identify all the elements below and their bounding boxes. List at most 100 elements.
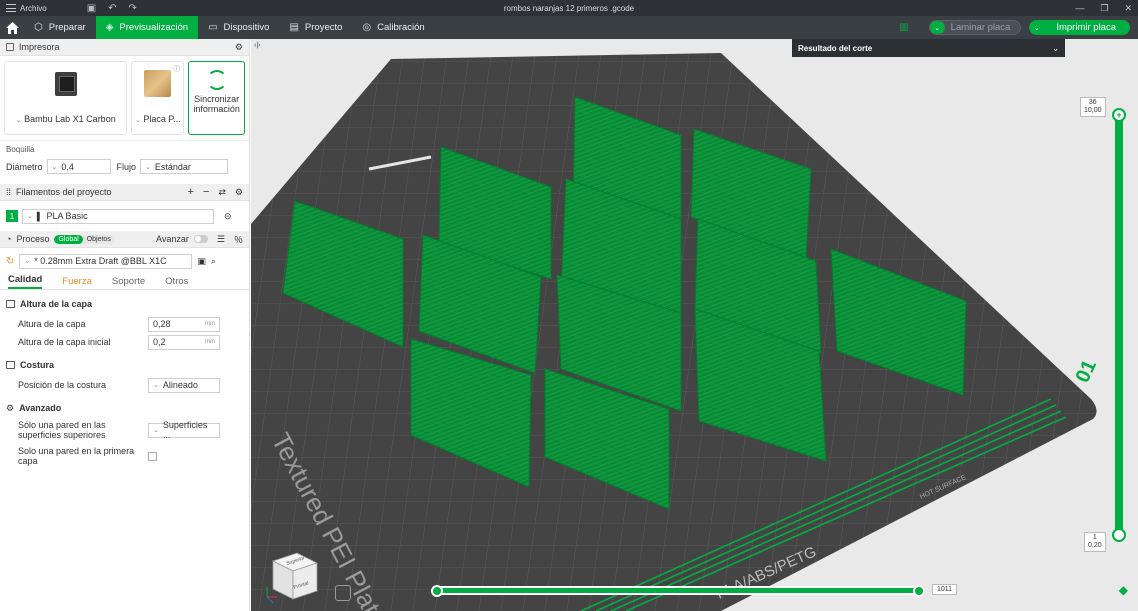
chevron-down-icon: ⌄ [145,163,151,171]
filament-name: PLA Basic [46,211,88,221]
one-wall-first-layer-checkbox[interactable] [148,451,157,461]
undo-change-icon[interactable]: ↻ [6,256,14,267]
tab-strength[interactable]: Fuerza [62,276,92,287]
tab-calibration[interactable]: ◎ Calibración [352,16,434,39]
save-icon[interactable]: ▣ [87,3,96,14]
tab-quality[interactable]: Calidad [8,274,43,289]
one-wall-top-value: Superficies ... [162,420,208,440]
nozzle-section: Boquilla Diámetro ⌄ 0,4 Flujo ⌄ Estándar [0,140,249,178]
tab-project-label: Proyecto [304,22,343,33]
toggle-global[interactable]: Global [54,234,83,244]
advanced-group: ⚙ Avanzado [0,400,249,416]
more-options-icon[interactable]: ⊝ [224,211,232,222]
flow-value: Estándar [154,161,191,172]
layers-icon[interactable]: ◆ [1119,583,1128,597]
navigation-cube[interactable]: Superior Frontal [263,549,325,605]
save-profile-icon[interactable]: ▣ [197,256,206,267]
slice-plate-label: Laminar placa [950,22,1011,33]
flow-select[interactable]: ⌄ Estándar [140,159,229,174]
seam-group: Costura [0,357,249,373]
top-layer-height: 10,00 [1084,107,1102,114]
initial-layer-height-input[interactable]: 0,2 mm [148,334,220,350]
preview-canvas[interactable]: Textured PEI Plate PLA/ABS/PETG HOT SURF… [251,39,1138,611]
toggle-objects[interactable]: Objetos [83,235,115,244]
layer-slider-bottom-handle[interactable] [1112,528,1126,542]
settings-panel: Impresora ⚙ ⌄ Bambu Lab X1 Carbon ⓘ ⌄ Pl… [0,39,250,611]
layer-slider[interactable]: + [1112,108,1126,542]
move-slider-start-handle[interactable] [431,585,443,597]
tab-device[interactable]: ▭ Dispositivo [198,16,279,39]
chevron-down-icon: ⌄ [153,427,159,434]
main-nav: ⬡ Preparar ◈ Previsualización ▭ Dispositivo… [0,16,1138,39]
file-menu-label[interactable]: Archivo [20,4,47,13]
tab-support[interactable]: Soporte [112,276,145,287]
layer-height-group: Altura de la capa [0,296,249,312]
monitor-icon: ▭ [208,22,218,33]
fit-view-icon[interactable] [335,585,351,601]
tab-prepare-label: Preparar [48,22,86,33]
process-profile-row: ↻ ⌄ * 0.28mm Extra Draft @BBL X1C ▣ ⌕ [0,248,249,274]
chevron-down-icon: ⌄ [51,163,58,171]
tab-device-label: Dispositivo [223,22,270,33]
gear-icon[interactable]: ⚙ [235,187,243,198]
advanced-switch[interactable] [193,235,208,243]
3d-viewport[interactable]: Textured PEI Plate PLA/ABS/PETG HOT SURF… [251,39,1138,611]
tab-project[interactable]: ▤ Proyecto [279,16,352,39]
slice-plate-button[interactable]: ⌄ Laminar placa [928,20,1022,35]
cube-icon: ⬡ [34,22,43,33]
remove-icon[interactable]: − [203,186,209,198]
process-profile-select[interactable]: ⌄ * 0.28mm Extra Draft @BBL X1C [19,253,193,269]
filament-select[interactable]: ⌄ ▌ PLA Basic [22,208,214,224]
restore-button[interactable]: ❐ [1100,3,1108,14]
process-profile-name: * 0.28mm Extra Draft @BBL X1C [34,256,167,266]
minimize-button[interactable]: — [1075,3,1084,13]
home-button[interactable] [0,16,24,39]
redo-icon[interactable]: ↷ [129,3,137,14]
compare-icon[interactable]: ☰ [217,234,225,245]
chevron-down-icon: ⌄ [24,258,31,265]
info-icon[interactable]: ⓘ [173,64,180,74]
chevron-down-icon: ⌄ [27,213,33,220]
bottom-layer-number: 1 [1092,534,1097,541]
plate-view-icon[interactable]: ▥ [899,22,908,33]
tab-prepare[interactable]: ⬡ Preparar [24,16,96,39]
close-button[interactable]: ✕ [1124,3,1132,14]
initial-layer-height-label: Altura de la capa inicial [18,337,111,347]
move-slider-end-handle[interactable] [913,585,925,597]
undo-icon[interactable]: ↶ [108,3,116,14]
tab-calibration-label: Calibración [377,22,425,33]
top-layer-label: 36 10,00 [1080,97,1106,117]
sync-filament-icon[interactable]: ⇄ [218,187,226,198]
one-wall-top-select[interactable]: ⌄ Superficies ... [148,420,220,440]
tab-preview[interactable]: ◈ Previsualización [95,16,199,39]
file-menu[interactable]: Archivo [0,4,47,13]
plate-card[interactable]: ⓘ ⌄ Placa P... [131,61,185,135]
layer-height-title: Altura de la capa [20,299,93,309]
search-icon[interactable]: ⌕ [211,256,216,267]
filaments-section-header: ⁞⁞ Filamentos del proyecto + − ⇄ ⚙ [0,184,249,201]
diameter-select[interactable]: ⌄ 0,4 [46,159,111,174]
bottom-layer-height: 0,20 [1088,542,1102,549]
printer-card[interactable]: ⌄ Bambu Lab X1 Carbon [4,61,128,135]
chevron-down-icon[interactable]: ⌄ [1052,44,1059,53]
layer-slider-top-handle[interactable]: + [1112,108,1126,122]
gear-icon[interactable]: ⚙ [235,42,243,53]
sync-info-button[interactable]: Sincronizar información [188,61,246,135]
move-slider-value: 1011 [932,584,958,595]
chevron-down-icon: ⌄ [15,117,22,124]
chevron-down-icon[interactable]: ⌄ [1029,21,1044,34]
layer-height-input[interactable]: 0,28 mm [148,316,220,332]
title-bar: Archivo ▣ ↶ ↷ rombos naranjas 12 primero… [0,0,1138,16]
collapse-panel-button[interactable]: ‹|› [254,42,260,49]
printer-icon [6,43,14,51]
reset-icon[interactable]: ％ [234,233,243,246]
menu-icon[interactable] [6,4,16,12]
tab-others[interactable]: Otros [165,276,188,287]
print-plate-button[interactable]: ⌄ Imprimir placa [1029,20,1130,35]
chevron-down-icon[interactable]: ⌄ [929,21,945,34]
slice-result-bar[interactable]: Resultado del corte ⌄ [792,39,1065,57]
global-objects-toggle[interactable]: Global Objetos [54,234,115,244]
seam-position-select[interactable]: ⌄ Alineado [148,377,220,393]
move-slider[interactable] [431,585,925,597]
add-icon[interactable]: + [188,186,194,198]
